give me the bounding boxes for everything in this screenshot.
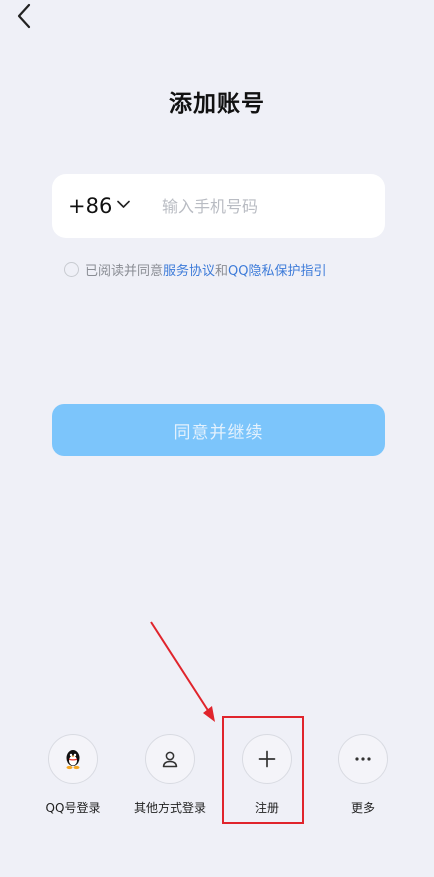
highlight-box: [222, 716, 304, 824]
agreement-row: 已阅读并同意 服务协议 和 QQ隐私保护指引: [64, 260, 327, 279]
more-option[interactable]: 更多: [318, 734, 408, 816]
person-icon: [162, 751, 178, 768]
qq-login-option[interactable]: QQ号登录: [28, 734, 118, 816]
ellipsis-icon: [355, 757, 371, 761]
back-button[interactable]: [10, 2, 38, 30]
qq-login-button[interactable]: [48, 734, 98, 784]
service-agreement-link[interactable]: 服务协议: [163, 260, 215, 279]
other-login-option[interactable]: 其他方式登录: [125, 734, 215, 816]
option-label: 更多: [350, 801, 375, 815]
agreement-conjunction: 和: [215, 264, 229, 279]
chevron-left-icon: [17, 3, 31, 29]
option-label: QQ号登录: [45, 801, 101, 815]
other-login-button[interactable]: [145, 734, 195, 784]
agree-continue-button[interactable]: 同意并继续: [52, 404, 385, 456]
phone-input-box: +86: [52, 174, 385, 238]
phone-number-input[interactable]: [162, 191, 372, 221]
country-code-selector[interactable]: +86: [68, 194, 131, 218]
agreement-prefix: 已阅读并同意: [85, 264, 164, 279]
page-title: 添加账号: [169, 91, 265, 117]
country-code: +86: [68, 194, 113, 218]
privacy-policy-link[interactable]: QQ隐私保护指引: [228, 260, 326, 279]
agreement-checkbox[interactable]: [64, 262, 79, 277]
qq-penguin-icon: [66, 750, 80, 770]
more-button[interactable]: [338, 734, 388, 784]
option-label: 其他方式登录: [133, 801, 206, 815]
chevron-down-icon: [117, 200, 131, 208]
